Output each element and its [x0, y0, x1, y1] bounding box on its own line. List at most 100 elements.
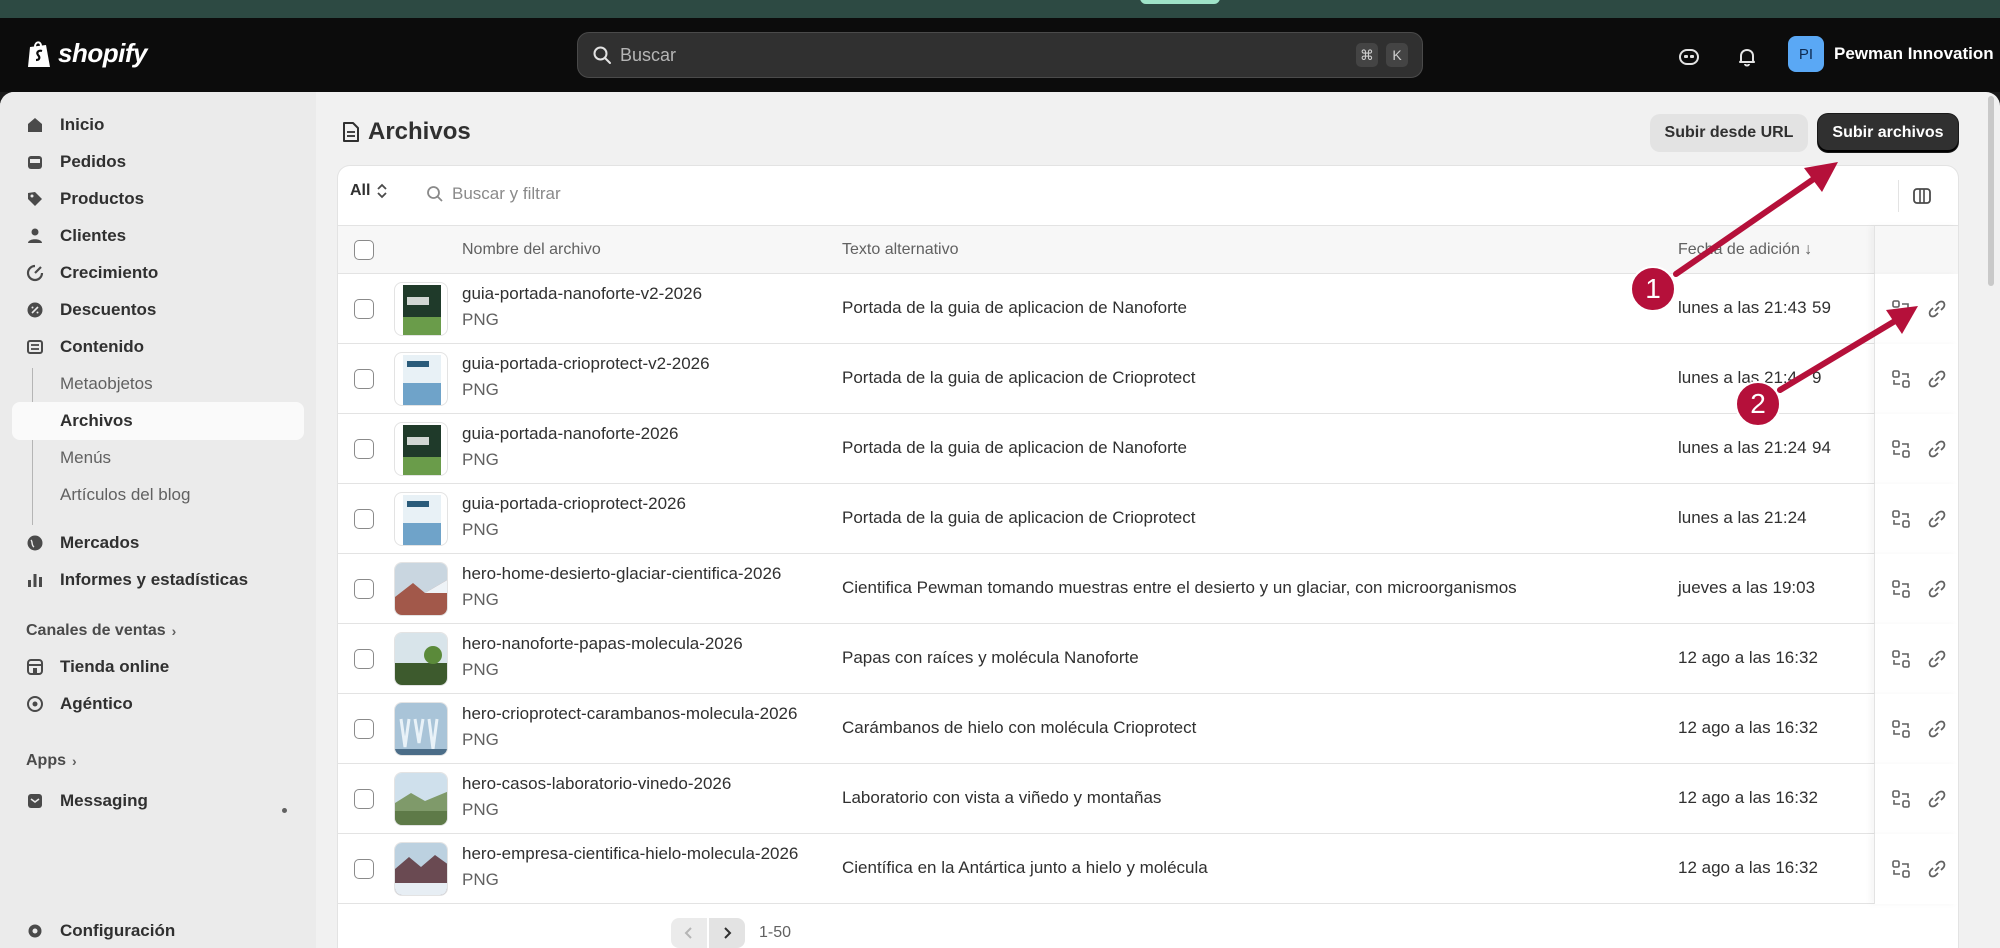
sidebar-item-configuracion[interactable]: Configuración: [12, 912, 304, 948]
replace-icon[interactable]: [1891, 579, 1911, 599]
filter-bar: All Buscar y filtrar: [338, 166, 1958, 226]
link-icon[interactable]: [1927, 859, 1947, 879]
sidebar-item-informes[interactable]: Informes y estadísticas: [12, 561, 304, 599]
file-thumbnail: [394, 492, 448, 546]
link-icon[interactable]: [1927, 369, 1947, 389]
file-date: lunes a las 21:24: [1678, 508, 1807, 527]
replace-icon[interactable]: [1891, 859, 1911, 879]
store-menu[interactable]: PI Pewman Innovation: [1788, 36, 1994, 72]
row-checkbox[interactable]: [354, 509, 374, 529]
file-name[interactable]: hero-home-desierto-glaciar-cientifica-20…: [462, 564, 781, 584]
column-header-name[interactable]: Nombre del archivo: [462, 241, 601, 259]
file-type: PNG: [462, 660, 499, 679]
link-icon[interactable]: [1927, 579, 1947, 599]
columns-icon: [1913, 188, 1931, 204]
file-name[interactable]: guia-portada-nanoforte-v2-2026: [462, 284, 702, 304]
view-selector[interactable]: All: [350, 182, 388, 200]
vertical-scrollbar[interactable]: [1988, 96, 1994, 286]
replace-icon[interactable]: [1891, 719, 1911, 739]
table-row[interactable]: guia-portada-nanoforte-v2-2026 PNG Porta…: [338, 274, 1958, 344]
next-page-button[interactable]: [709, 918, 745, 948]
sidebar-item-mercados[interactable]: Mercados: [12, 524, 304, 562]
row-checkbox[interactable]: [354, 859, 374, 879]
table-row[interactable]: guia-portada-crioprotect-2026 PNG Portad…: [338, 484, 1958, 554]
file-name[interactable]: guia-portada-crioprotect-2026: [462, 494, 686, 514]
row-checkbox[interactable]: [354, 439, 374, 459]
link-icon[interactable]: [1927, 509, 1947, 529]
column-header-alt[interactable]: Texto alternativo: [842, 241, 959, 259]
file-name[interactable]: hero-casos-laboratorio-vinedo-2026: [462, 774, 731, 794]
sidekick-icon[interactable]: [1676, 44, 1702, 70]
replace-icon[interactable]: [1891, 509, 1911, 529]
replace-icon[interactable]: [1891, 369, 1911, 389]
link-icon[interactable]: [1927, 439, 1947, 459]
row-checkbox[interactable]: [354, 649, 374, 669]
replace-icon[interactable]: [1891, 439, 1911, 459]
apps-section[interactable]: Apps ›: [26, 752, 77, 770]
bell-icon[interactable]: [1734, 44, 1760, 70]
agentic-icon: [27, 696, 43, 712]
replace-icon[interactable]: [1891, 789, 1911, 809]
table-row[interactable]: guia-portada-crioprotect-v2-2026 PNG Por…: [338, 344, 1958, 414]
file-name[interactable]: guia-portada-nanoforte-2026: [462, 424, 678, 444]
sidebar-item-crecimiento[interactable]: Crecimiento: [12, 254, 304, 292]
upload-files-button[interactable]: Subir archivos: [1818, 114, 1958, 152]
global-search[interactable]: Buscar ⌘ K: [577, 32, 1423, 78]
sidebar-item-label: Descuentos: [60, 300, 157, 319]
link-icon[interactable]: [1927, 719, 1947, 739]
row-checkbox[interactable]: [354, 369, 374, 389]
file-name[interactable]: hero-empresa-cientifica-hielo-molecula-2…: [462, 844, 798, 864]
link-icon[interactable]: [1927, 649, 1947, 669]
file-type: PNG: [462, 520, 499, 539]
row-checkbox[interactable]: [354, 299, 374, 319]
row-actions: [1874, 764, 1958, 834]
columns-button[interactable]: [1898, 180, 1932, 212]
table-row[interactable]: hero-empresa-cientifica-hielo-molecula-2…: [338, 834, 1958, 904]
sidebar-item-metaobjetos[interactable]: Metaobjetos: [12, 365, 304, 403]
sidebar-item-contenido[interactable]: Contenido: [12, 328, 304, 366]
row-checkbox[interactable]: [354, 789, 374, 809]
row-checkbox[interactable]: [354, 579, 374, 599]
upload-from-url-button[interactable]: Subir desde URL: [1650, 114, 1808, 152]
table-row[interactable]: hero-home-desierto-glaciar-cientifica-20…: [338, 554, 1958, 624]
file-thumbnail: [394, 422, 448, 476]
file-type: PNG: [462, 310, 499, 329]
row-checkbox[interactable]: [354, 719, 374, 739]
shopify-logo[interactable]: shopify: [26, 38, 147, 69]
chevron-left-icon: [684, 927, 692, 939]
sidebar-item-label: Clientes: [60, 226, 127, 245]
sidebar-item-menus[interactable]: Menús: [12, 439, 304, 477]
file-thumbnail: [394, 772, 448, 826]
table-row[interactable]: hero-crioprotect-carambanos-molecula-202…: [338, 694, 1958, 764]
table-row[interactable]: guia-portada-nanoforte-2026 PNG Portada …: [338, 414, 1958, 484]
sidebar-item-tienda-online[interactable]: Tienda online: [12, 648, 304, 686]
file-alt-text: Portada de la guia de aplicacion de Crio…: [842, 508, 1196, 527]
sidebar-item-agentico[interactable]: Agéntico: [12, 685, 304, 723]
sidebar-item-clientes[interactable]: Clientes: [12, 217, 304, 255]
sidebar-item-pedidos[interactable]: Pedidos: [12, 143, 304, 181]
replace-icon[interactable]: [1891, 299, 1911, 319]
sidebar-item-articulos[interactable]: Artículos del blog: [12, 476, 304, 514]
sales-channels-section[interactable]: Canales de ventas ›: [26, 622, 176, 640]
sidebar-item-inicio[interactable]: Inicio: [12, 106, 304, 144]
sidebar-item-productos[interactable]: Productos: [12, 180, 304, 218]
file-name[interactable]: guia-portada-crioprotect-v2-2026: [462, 354, 710, 374]
file-name[interactable]: hero-crioprotect-carambanos-molecula-202…: [462, 704, 797, 724]
actions-header: [1874, 226, 1958, 274]
sidebar-item-archivos[interactable]: Archivos: [12, 402, 304, 440]
file-name[interactable]: hero-nanoforte-papas-molecula-2026: [462, 634, 743, 654]
table-row[interactable]: hero-nanoforte-papas-molecula-2026 PNG P…: [338, 624, 1958, 694]
search-filter-input[interactable]: Buscar y filtrar: [426, 184, 561, 204]
replace-icon[interactable]: [1891, 649, 1911, 669]
link-icon[interactable]: [1927, 789, 1947, 809]
link-icon[interactable]: [1927, 299, 1947, 319]
column-header-date[interactable]: Fecha de adición ↓: [1678, 241, 1812, 259]
sidebar-item-messaging[interactable]: Messaging: [12, 782, 304, 820]
table-row[interactable]: hero-casos-laboratorio-vinedo-2026 PNG L…: [338, 764, 1958, 834]
prev-page-button[interactable]: [671, 918, 707, 948]
file-alt-text: Científica en la Antártica junto a hielo…: [842, 858, 1208, 877]
select-all-checkbox[interactable]: [354, 240, 374, 260]
file-thumbnail: [394, 352, 448, 406]
sidebar-item-descuentos[interactable]: Descuentos: [12, 291, 304, 329]
gear-icon: [28, 924, 42, 938]
